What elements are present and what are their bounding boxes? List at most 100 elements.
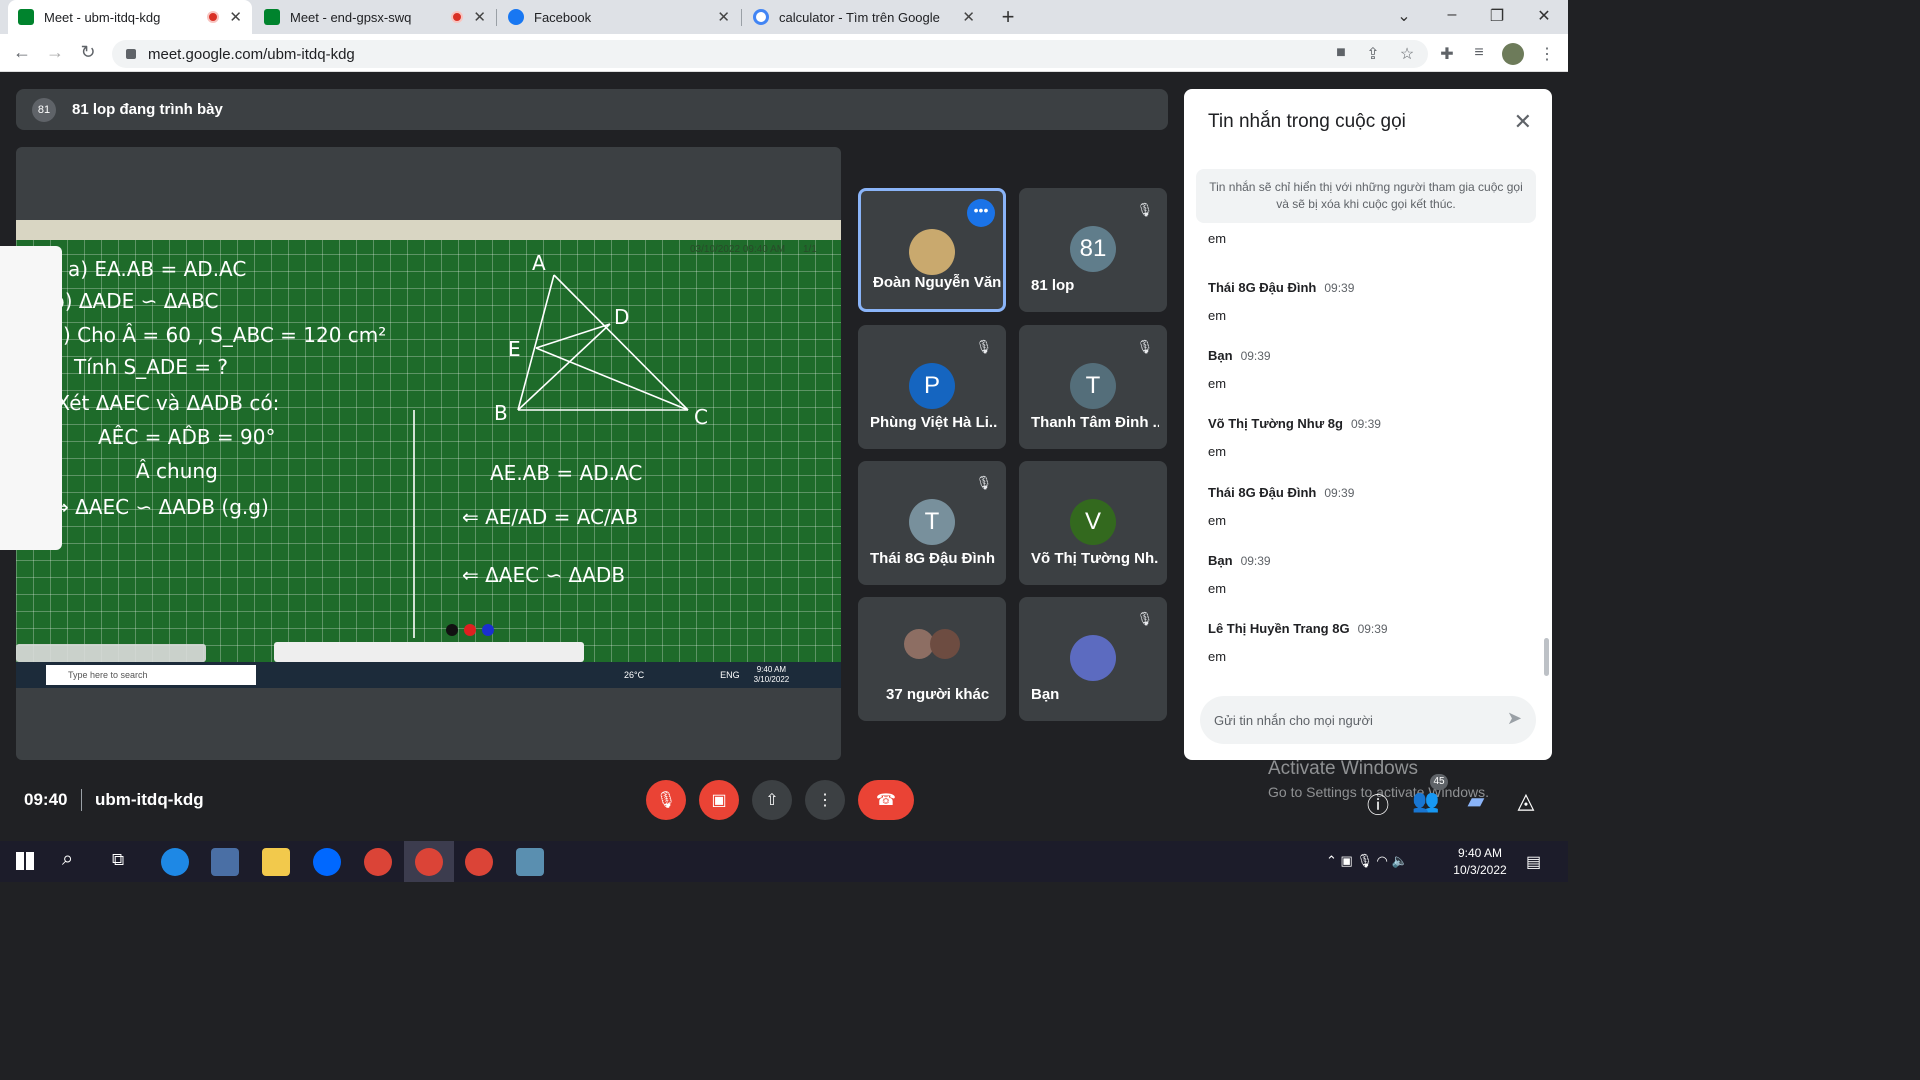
extensions-icon[interactable]: ✚ — [1436, 44, 1458, 64]
pen-red — [464, 624, 476, 636]
whiteboard-drawing: a) EA.AB = AD.AC b) ΔADE ∽ ΔABC c) Cho Â… — [30, 251, 708, 638]
chat-message: em — [1208, 231, 1528, 246]
message-time: 09:39 — [1357, 622, 1388, 636]
chat-message: Thái 8G Đậu Đình 09:39 em — [1208, 279, 1528, 323]
chrome-profile-icon-2[interactable] — [465, 848, 493, 876]
whiteboard-app-icon[interactable] — [516, 848, 544, 876]
facebook-icon — [508, 9, 524, 25]
info-icon[interactable]: ⓘ — [1364, 788, 1392, 820]
chat-message: Võ Thị Tường Như 8g 09:39 em — [1208, 415, 1528, 459]
others-tile[interactable]: 37 người khác — [858, 597, 1006, 721]
task-view-icon[interactable]: ⧉ — [112, 850, 124, 870]
people-count-badge: 45 — [1430, 774, 1448, 790]
participant-tile[interactable]: 🎙 Bạn — [1019, 597, 1167, 721]
shared-taskbar: Type here to search 26°C ENG 9:40 AM 3/10… — [16, 662, 841, 688]
bookmark-star-icon[interactable]: ☆ — [1396, 44, 1418, 64]
tab-title: calculator - Tìm trên Google — [779, 9, 940, 25]
message-text: em — [1208, 513, 1227, 528]
board-page: 1/1 — [803, 244, 817, 255]
taskbar-clock[interactable]: 9:40 AM 10/3/2022 — [1450, 845, 1510, 879]
tab-title: Meet - ubm-itdq-kdg — [44, 9, 161, 25]
board-line: c) Cho Â = 60 , S_ABC = 120 cm² — [52, 323, 386, 347]
tab-separator — [741, 9, 742, 26]
new-tab-button[interactable]: + — [996, 4, 1020, 30]
reading-list-icon[interactable]: ≡ — [1468, 44, 1490, 62]
zalo-icon[interactable] — [313, 848, 341, 876]
shared-weather: 26°C — [624, 670, 645, 680]
url-text: meet.google.com/ubm-itdq-kdg — [148, 45, 355, 63]
start-icon[interactable] — [16, 852, 34, 870]
restore-button[interactable]: ❐ — [1485, 6, 1509, 26]
figure-label: E — [508, 337, 521, 361]
meeting-code: ubm-itdq-kdg — [95, 790, 204, 809]
board-line: ⇒ ΔAEC ∽ ΔADB (g.g) — [52, 495, 269, 519]
menu-icon[interactable]: ⋮ — [1536, 44, 1558, 64]
participant-tile[interactable]: T 🎙 Thanh Tâm Đinh ... — [1019, 325, 1167, 449]
chat-title: Tin nhắn trong cuộc gọi — [1208, 111, 1406, 132]
participant-tile[interactable]: V Võ Thị Tường Nh... — [1019, 461, 1167, 585]
mic-off-icon: 🎙 — [975, 339, 992, 354]
recording-icon — [207, 11, 220, 23]
participant-tile[interactable]: T 🎙 Thái 8G Đậu Đình — [858, 461, 1006, 585]
send-icon[interactable]: ➤ — [1507, 708, 1522, 729]
tab-calculator[interactable]: calculator - Tìm trên Google ✕ — [743, 0, 985, 34]
close-icon[interactable]: ✕ — [1514, 109, 1532, 135]
edge-icon[interactable] — [161, 848, 189, 876]
file-explorer-icon[interactable] — [262, 848, 290, 876]
chrome-profile-icon[interactable] — [415, 848, 443, 876]
camera-toggle-button[interactable]: ▣ — [699, 780, 739, 820]
forward-icon[interactable]: → — [43, 42, 67, 63]
back-icon[interactable]: ← — [10, 42, 34, 63]
chat-message: Thái 8G Đậu Đình 09:39 em — [1208, 484, 1528, 528]
chat-scrollbar[interactable] — [1544, 638, 1549, 676]
participant-tile[interactable]: ••• Đoàn Nguyễn Văn — [858, 188, 1006, 312]
close-tab-icon[interactable]: ✕ — [229, 8, 242, 26]
chat-icon[interactable]: ▰ — [1462, 788, 1490, 814]
present-button[interactable]: ⇧ — [752, 780, 792, 820]
notification-icon[interactable]: ▤ — [1526, 852, 1541, 872]
chat-notice: Tin nhắn sẽ chỉ hiển thị với những người… — [1196, 169, 1536, 223]
chat-panel: Tin nhắn trong cuộc gọi ✕ Tin nhắn sẽ ch… — [1184, 89, 1552, 760]
system-tray-icons[interactable]: ⌃ ▣ 🎙 ◠ 🔈 — [1326, 853, 1408, 869]
more-options-button[interactable]: ⋮ — [805, 780, 845, 820]
participant-tile[interactable]: 81 🎙 81 lop — [1019, 188, 1167, 312]
close-tab-icon[interactable]: ✕ — [473, 8, 486, 26]
chrome-icon[interactable] — [364, 848, 392, 876]
calculator-app-icon[interactable] — [211, 848, 239, 876]
camera-icon[interactable]: ■ — [1330, 44, 1352, 62]
search-icon[interactable]: ⌕ — [62, 848, 73, 871]
google-icon — [753, 9, 769, 25]
avatar — [909, 229, 955, 275]
board-line: AÊC = AD̂B = 90° — [98, 425, 275, 449]
chat-input[interactable]: Gửi tin nhắn cho mọi người ➤ — [1200, 696, 1536, 744]
clock-time: 9:40 AM — [1457, 846, 1503, 860]
reload-icon[interactable]: ↻ — [76, 42, 100, 63]
participant-tile[interactable]: P 🎙 Phùng Việt Hà Li... — [858, 325, 1006, 449]
board-line: a) EA.AB = AD.AC — [68, 257, 246, 281]
chat-input-placeholder: Gửi tin nhắn cho mọi người — [1214, 712, 1373, 728]
minimize-button[interactable]: – — [1440, 6, 1464, 24]
board-line: ⇐ AE/AD = AC/AB — [462, 505, 638, 529]
meeting-time: 09:40 — [24, 790, 68, 809]
close-window-button[interactable]: ✕ — [1532, 6, 1556, 26]
share-icon[interactable]: ⇪ — [1362, 44, 1384, 64]
leave-call-button[interactable]: ☎ — [858, 780, 914, 820]
tab-meet-ubm[interactable]: Meet - ubm-itdq-kdg ✕ — [8, 0, 252, 34]
message-text: em — [1208, 444, 1227, 459]
message-text: em — [1208, 308, 1227, 323]
mic-toggle-button[interactable]: 🎙 — [646, 780, 686, 820]
tab-meet-end[interactable]: Meet - end-gpsx-swq ✕ — [254, 0, 496, 34]
close-tab-icon[interactable]: ✕ — [962, 8, 975, 26]
message-sender: Thái 8G Đậu Đình — [1208, 280, 1317, 295]
people-icon[interactable]: 👥 — [1412, 788, 1440, 814]
profile-avatar[interactable] — [1502, 43, 1524, 65]
meet-icon — [18, 9, 34, 25]
mic-off-icon: 🎙 — [975, 475, 992, 490]
more-options-icon[interactable]: ••• — [967, 199, 995, 227]
figure-label: D — [614, 305, 629, 329]
tab-facebook[interactable]: Facebook ✕ — [498, 0, 740, 34]
close-tab-icon[interactable]: ✕ — [717, 8, 730, 26]
tab-search-icon[interactable]: ⌄ — [1392, 6, 1416, 26]
url-bar[interactable]: meet.google.com/ubm-itdq-kdg — [112, 40, 1428, 68]
activities-icon[interactable]: ◬ — [1512, 788, 1540, 814]
